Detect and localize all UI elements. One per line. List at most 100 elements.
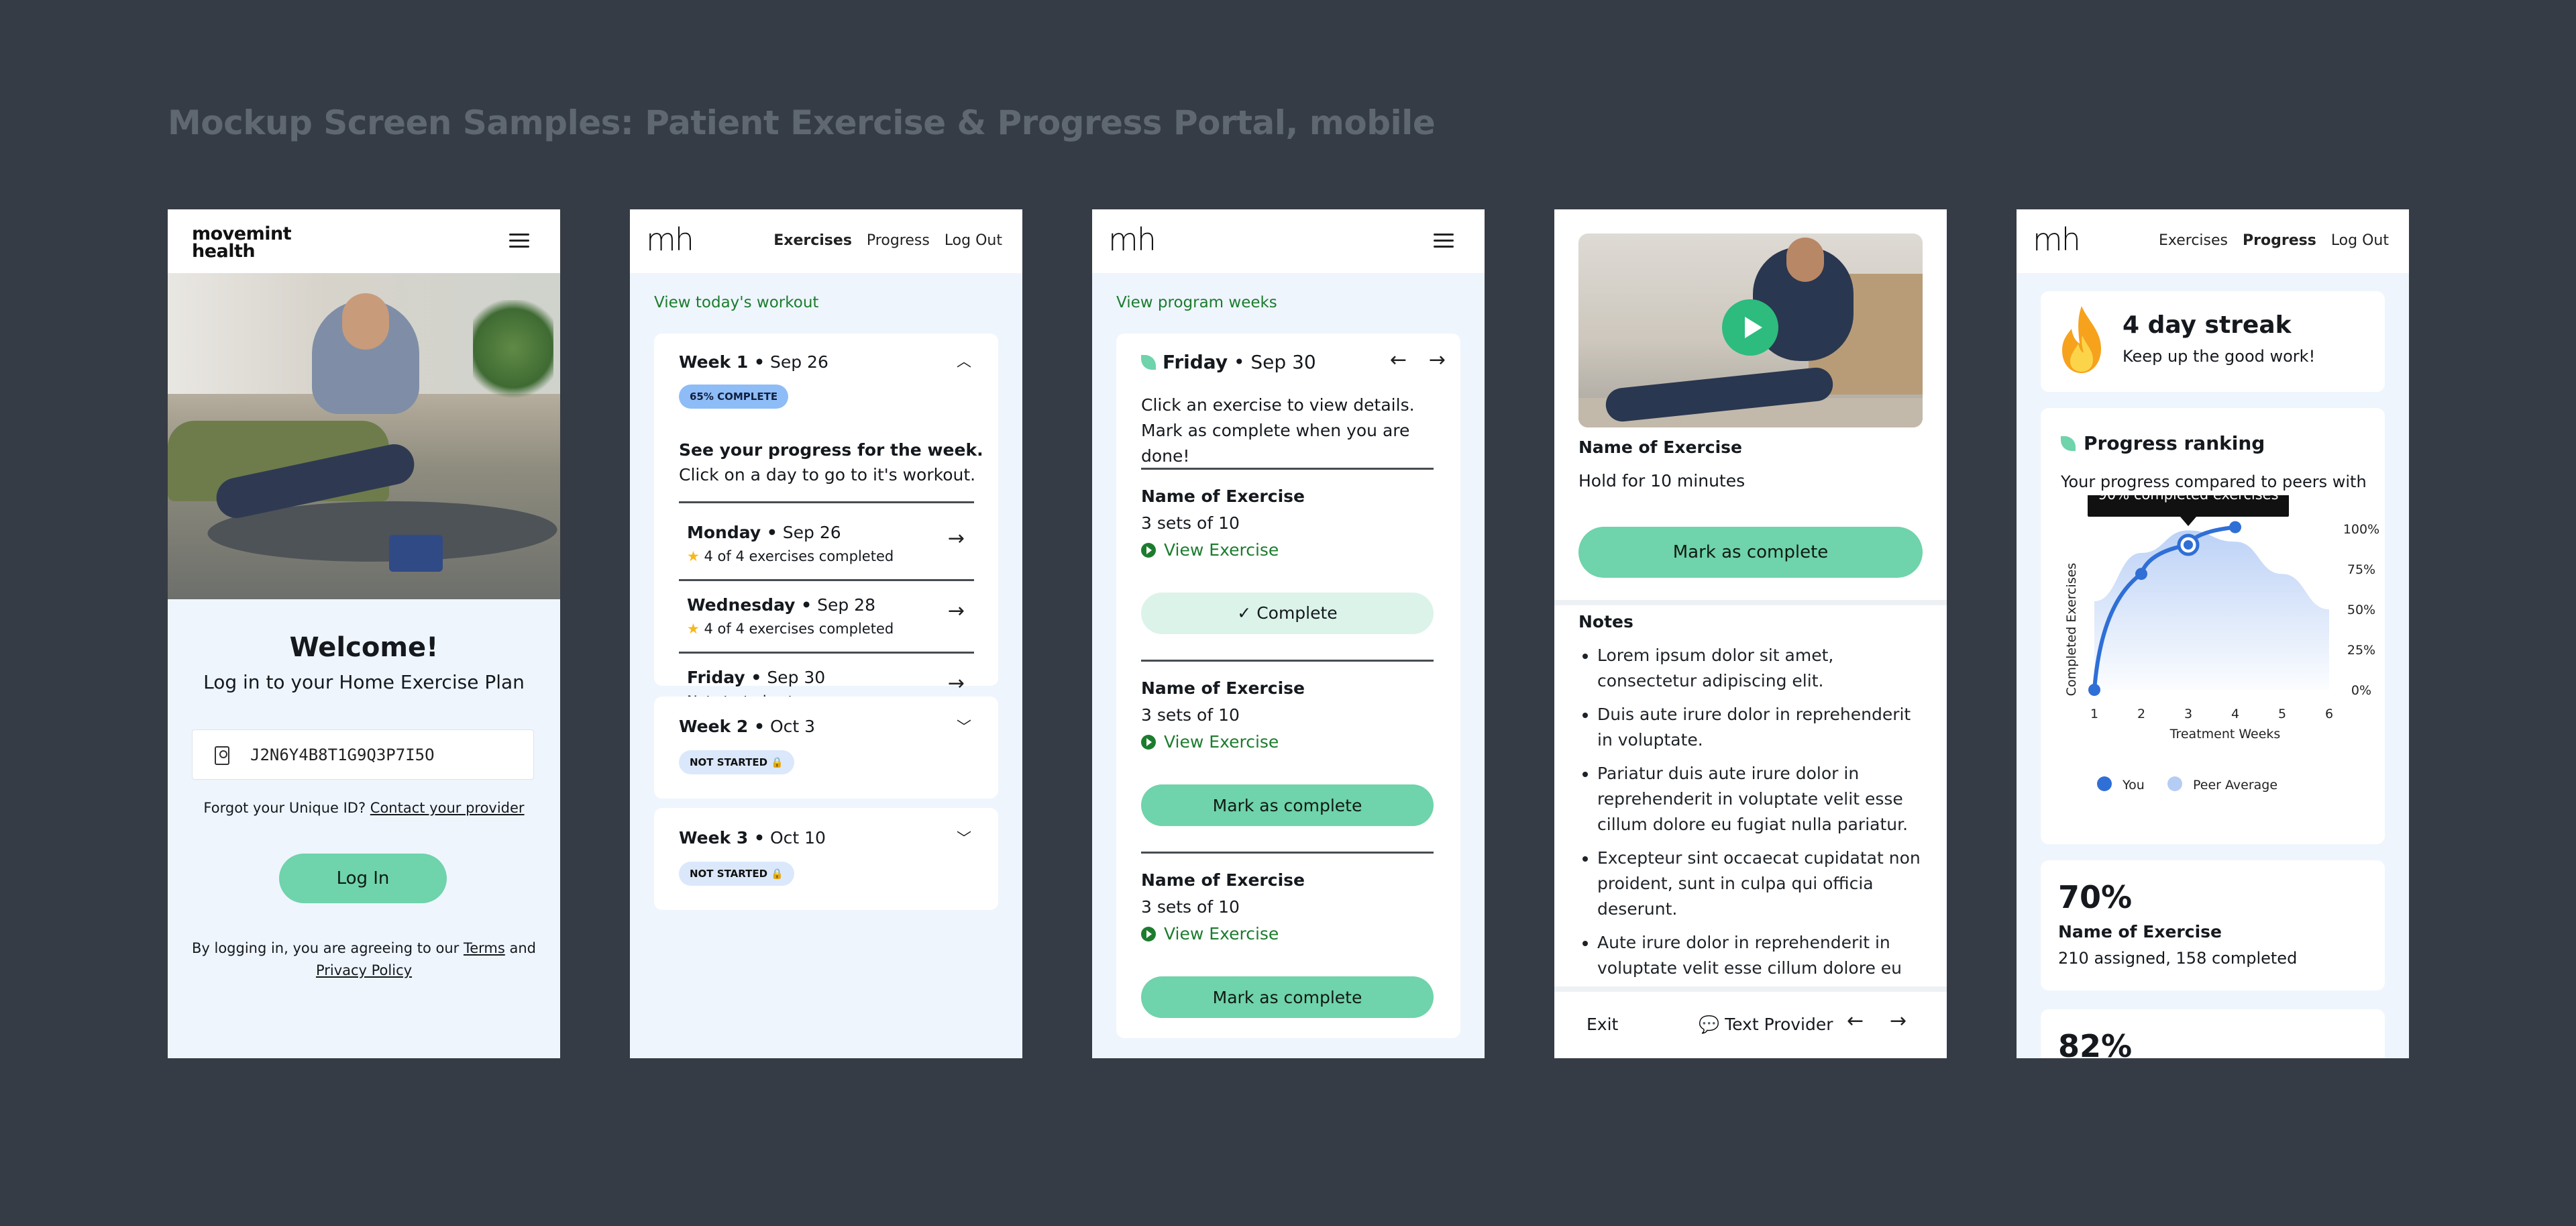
day-label: Wednesday • Sep 28 (687, 595, 875, 615)
week-2-card[interactable]: Week 2 • Oct 3 ﹀ NOT STARTED 🔒 (654, 697, 998, 799)
workout-card: Friday • Sep 30 ← → Click an exercise to… (1116, 334, 1460, 1038)
brand-logo[interactable]: movemint health (192, 225, 292, 260)
exercise-block: Name of Exercise 3 sets of 10 View Exercis… (1116, 468, 1460, 656)
notes-title: Notes (1578, 612, 1633, 631)
view-exercise-link[interactable]: View Exercise (1141, 732, 1279, 752)
nav-progress[interactable]: Progress (867, 232, 930, 249)
exercise-name[interactable]: Name of Exercise (1141, 487, 1305, 506)
exercise-name[interactable]: Name of Exercise (1141, 870, 1305, 890)
exercise-hold: Hold for 10 minutes (1578, 471, 1746, 491)
contact-provider-link[interactable]: Contact your provider (370, 800, 525, 816)
chevron-down-icon[interactable]: ﹀ (957, 827, 971, 848)
arrow-right-icon[interactable]: → (1890, 1009, 1907, 1033)
note-item: Excepteur sint occaecat cupidatat non pr… (1597, 846, 1927, 922)
day-row-wednesday[interactable]: Wednesday • Sep 28 ★ 4 of 4 exercises com… (679, 582, 974, 654)
chevron-up-icon[interactable]: ︿ (957, 350, 971, 371)
legend-you-label: You (2122, 778, 2145, 793)
play-circle-icon (1141, 735, 1156, 750)
nav-exercises[interactable]: Exercises (2159, 232, 2228, 249)
chevron-down-icon[interactable]: ﹀ (957, 715, 971, 737)
view-program-weeks-link[interactable]: View program weeks (1116, 294, 1277, 311)
exercise-name[interactable]: Name of Exercise (1141, 678, 1305, 698)
week-1-title[interactable]: Week 1 • Sep 26 (679, 352, 828, 372)
x-tick-label: 6 (2325, 707, 2333, 721)
nav-logout[interactable]: Log Out (2331, 232, 2389, 249)
play-circle-icon (1141, 543, 1156, 558)
view-todays-workout-link[interactable]: View today's workout (654, 294, 818, 311)
y-tick-label: 25% (2347, 643, 2375, 658)
top-bar: mh Exercises Progress Log Out (2017, 209, 2409, 273)
completed-button[interactable]: ✓ Complete (1141, 593, 1434, 634)
you-point (2088, 684, 2100, 696)
play-circle-icon (1141, 927, 1156, 941)
id-badge-icon (215, 746, 229, 765)
page-title: Mockup Screen Samples: Patient Exercise … (168, 103, 1436, 142)
week-3-title: Week 3 • Oct 10 (679, 828, 826, 848)
note-item: Lorem ipsum dolor sit amet, consectetur … (1597, 643, 1927, 694)
brand-monogram[interactable]: mh (1108, 224, 1157, 255)
mark-complete-button[interactable]: Mark as complete (1141, 976, 1434, 1018)
flame-icon (2062, 306, 2101, 373)
tooltip-pointer (2180, 517, 2196, 526)
stat-card-2[interactable]: 82% (2041, 1009, 2385, 1058)
you-point (2229, 521, 2241, 533)
stat-percent: 82% (2058, 1028, 2133, 1058)
ranking-subtitle: Your progress compared to peers with you… (2061, 472, 2367, 491)
main-nav: Exercises Progress Log Out (2159, 232, 2389, 249)
streak-subtitle: Keep up the good work! (2123, 347, 2316, 366)
terms-link[interactable]: Terms (464, 940, 505, 956)
x-tick-label: 4 (2231, 707, 2239, 721)
play-icon[interactable] (1722, 299, 1778, 356)
bottom-bar: Exit 💬 Text Provider ← → (1554, 986, 1947, 1058)
you-point (2135, 568, 2147, 580)
hero-photo (168, 273, 560, 599)
nav-exercises[interactable]: Exercises (773, 232, 852, 249)
you-point-core (2184, 540, 2193, 550)
login-button[interactable]: Log In (279, 854, 447, 903)
arrow-left-icon[interactable]: ← (1847, 1009, 1864, 1033)
menu-icon[interactable] (1434, 234, 1454, 248)
view-exercise-link[interactable]: View Exercise (1141, 924, 1279, 943)
streak-card: 4 day streak Keep up the good work! (2041, 291, 2385, 392)
week-3-status-badge: NOT STARTED 🔒 (679, 862, 794, 886)
exercise-sets: 3 sets of 10 (1141, 897, 1240, 917)
top-bar: movemint health (168, 209, 560, 273)
stat-card-1[interactable]: 70% Name of Exercise 210 assigned, 158 c… (2041, 860, 2385, 990)
exercise-sets: 3 sets of 10 (1141, 513, 1240, 533)
nav-progress[interactable]: Progress (2243, 232, 2316, 249)
streak-title: 4 day streak (2123, 311, 2292, 339)
brand-monogram[interactable]: mh (2033, 224, 2081, 255)
nav-logout[interactable]: Log Out (945, 232, 1002, 249)
week-1-card: Week 1 • Sep 26 ︿ 65% COMPLETE See your … (654, 334, 998, 782)
arrow-right-icon[interactable]: → (948, 672, 965, 695)
exercise-sets: 3 sets of 10 (1141, 705, 1240, 725)
text-provider-button[interactable]: 💬 Text Provider (1699, 1015, 1833, 1035)
exercise-detail-screen: Name of Exercise Hold for 10 minutes Mar… (1554, 209, 1947, 1058)
x-axis-label: Treatment Weeks (2169, 727, 2281, 742)
day-status: ★ 4 of 4 exercises completed (687, 621, 894, 637)
arrow-right-icon[interactable]: → (948, 527, 965, 550)
mark-complete-button[interactable]: Mark as complete (1141, 784, 1434, 826)
week-3-card[interactable]: Week 3 • Oct 10 ﹀ NOT STARTED 🔒 (654, 808, 998, 910)
view-exercise-link[interactable]: View Exercise (1141, 540, 1279, 560)
star-icon: ★ (687, 548, 700, 564)
weeks-screen: mh Exercises Progress Log Out View today… (630, 209, 1022, 1058)
menu-icon[interactable] (509, 234, 529, 248)
y-tick-label: 50% (2347, 603, 2375, 617)
arrow-right-icon[interactable]: → (948, 599, 965, 623)
workout-day-title: Friday • Sep 30 (1141, 351, 1316, 373)
brand-monogram[interactable]: mh (646, 224, 694, 255)
mark-complete-button[interactable]: Mark as complete (1578, 527, 1923, 578)
y-tick-label: 0% (2351, 683, 2371, 698)
arrow-right-icon[interactable]: → (1429, 348, 1446, 372)
unique-id-input[interactable] (192, 729, 534, 780)
ranking-title: Progress ranking (2061, 432, 2265, 454)
arrow-left-icon[interactable]: ← (1390, 348, 1407, 372)
week-intro: See your progress for the week. Click on… (679, 440, 983, 484)
exit-button[interactable]: Exit (1587, 1015, 1618, 1034)
exercise-video[interactable] (1578, 234, 1923, 427)
day-status: ★ 4 of 4 exercises completed (687, 548, 894, 564)
privacy-link[interactable]: Privacy Policy (316, 962, 412, 978)
day-row-monday[interactable]: Monday • Sep 26 ★ 4 of 4 exercises comple… (679, 509, 974, 581)
week-2-status-badge: NOT STARTED 🔒 (679, 750, 794, 774)
